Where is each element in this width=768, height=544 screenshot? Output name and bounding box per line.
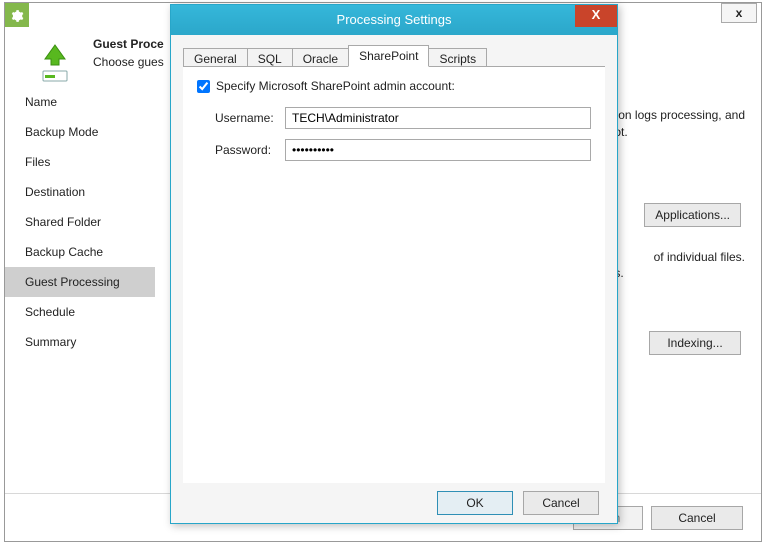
tab-sql[interactable]: SQL <box>247 48 293 68</box>
dialog-body: General SQL Oracle SharePoint Scripts Sp… <box>171 35 617 483</box>
wizard-close-button[interactable]: x <box>721 3 757 23</box>
nav-guest-processing[interactable]: Guest Processing <box>5 267 155 297</box>
gear-icon <box>5 3 29 27</box>
tab-sharepoint[interactable]: SharePoint <box>348 45 429 67</box>
nav-name[interactable]: Name <box>5 87 155 117</box>
password-input[interactable] <box>285 139 591 161</box>
tabstrip: General SQL Oracle SharePoint Scripts <box>183 45 605 67</box>
page-subtitle: Choose gues <box>93 55 164 69</box>
username-input[interactable] <box>285 107 591 129</box>
dialog-title: Processing Settings <box>337 12 452 27</box>
wizard-cancel-button[interactable]: Cancel <box>651 506 743 530</box>
nav-summary[interactable]: Summary <box>5 327 155 357</box>
dialog-cancel-button[interactable]: Cancel <box>523 491 599 515</box>
step-icon <box>33 41 73 81</box>
password-label: Password: <box>215 143 285 157</box>
nav-backup-cache[interactable]: Backup Cache <box>5 237 155 267</box>
indexing-button[interactable]: Indexing... <box>649 331 741 355</box>
tab-general[interactable]: General <box>183 48 248 68</box>
wizard-steps: Name Backup Mode Files Destination Share… <box>5 27 155 541</box>
apps-desc-line2: boot. <box>601 124 745 141</box>
nav-shared-folder[interactable]: Shared Folder <box>5 207 155 237</box>
nav-destination[interactable]: Destination <box>5 177 155 207</box>
nav-backup-mode[interactable]: Backup Mode <box>5 117 155 147</box>
tab-panel-sharepoint: Specify Microsoft SharePoint admin accou… <box>183 67 605 483</box>
nav-files[interactable]: Files <box>5 147 155 177</box>
page-title: Guest Proce <box>93 37 164 51</box>
applications-button[interactable]: Applications... <box>644 203 741 227</box>
tab-scripts[interactable]: Scripts <box>428 48 487 68</box>
dialog-titlebar: Processing Settings X <box>171 5 617 35</box>
dialog-footer: OK Cancel <box>171 483 617 523</box>
processing-settings-dialog: Processing Settings X General SQL Oracle… <box>170 4 618 524</box>
specify-admin-checkbox[interactable] <box>197 80 210 93</box>
indexing-desc-line2: ries. <box>601 265 745 282</box>
dialog-close-button[interactable]: X <box>575 5 617 27</box>
tab-oracle[interactable]: Oracle <box>292 48 349 68</box>
username-label: Username: <box>215 111 285 125</box>
specify-admin-label: Specify Microsoft SharePoint admin accou… <box>216 79 455 93</box>
nav-schedule[interactable]: Schedule <box>5 297 155 327</box>
ok-button[interactable]: OK <box>437 491 513 515</box>
